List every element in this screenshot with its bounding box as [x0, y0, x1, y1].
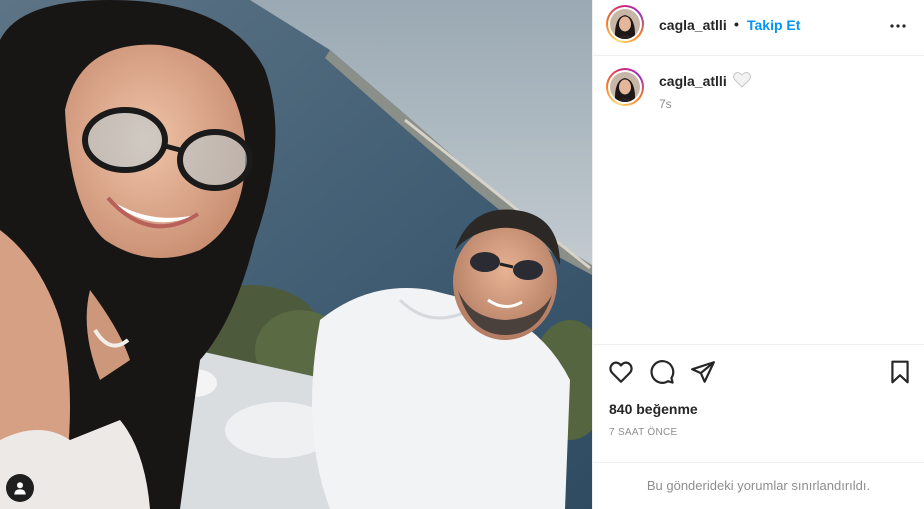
like-button[interactable] [608, 359, 634, 385]
post-side-panel: cagla_atlli • Takip Et cagla_atlli 7s 84… [592, 0, 924, 509]
user-tag-button[interactable] [6, 474, 34, 502]
follow-button[interactable]: Takip Et [747, 17, 800, 33]
avatar-image [610, 9, 640, 39]
share-button[interactable] [690, 359, 716, 385]
white-heart-icon [733, 71, 751, 93]
author-avatar[interactable] [606, 5, 644, 43]
post-actions: 840 beğenme 7 SAAT ÖNCE [593, 344, 924, 462]
comment-button[interactable] [649, 359, 675, 385]
separator-dot: • [734, 16, 739, 32]
caption-age[interactable]: 7s [659, 97, 672, 111]
likes-count[interactable]: 840 beğenme [609, 401, 698, 417]
post-photo[interactable] [0, 0, 592, 509]
selfie-image [0, 0, 592, 509]
comments-restricted-notice: Bu gönderideki yorumlar sınırlandırıldı. [593, 462, 924, 509]
user-tag-icon [14, 482, 26, 495]
save-button[interactable] [887, 359, 913, 385]
heart-outline-icon [609, 361, 633, 383]
bookmark-icon [891, 360, 909, 384]
avatar-image [610, 72, 640, 102]
caption-section: cagla_atlli 7s [593, 56, 924, 344]
caption-avatar[interactable] [606, 68, 644, 106]
paper-plane-icon [691, 361, 715, 383]
comment-bubble-icon [650, 360, 675, 384]
post-timestamp[interactable]: 7 SAAT ÖNCE [609, 427, 678, 438]
more-horizontal-icon [890, 24, 906, 28]
author-username[interactable]: cagla_atlli [659, 17, 727, 33]
caption-username[interactable]: cagla_atlli [659, 73, 727, 89]
more-options-button[interactable] [886, 14, 910, 38]
post-header: cagla_atlli • Takip Et [593, 0, 924, 56]
